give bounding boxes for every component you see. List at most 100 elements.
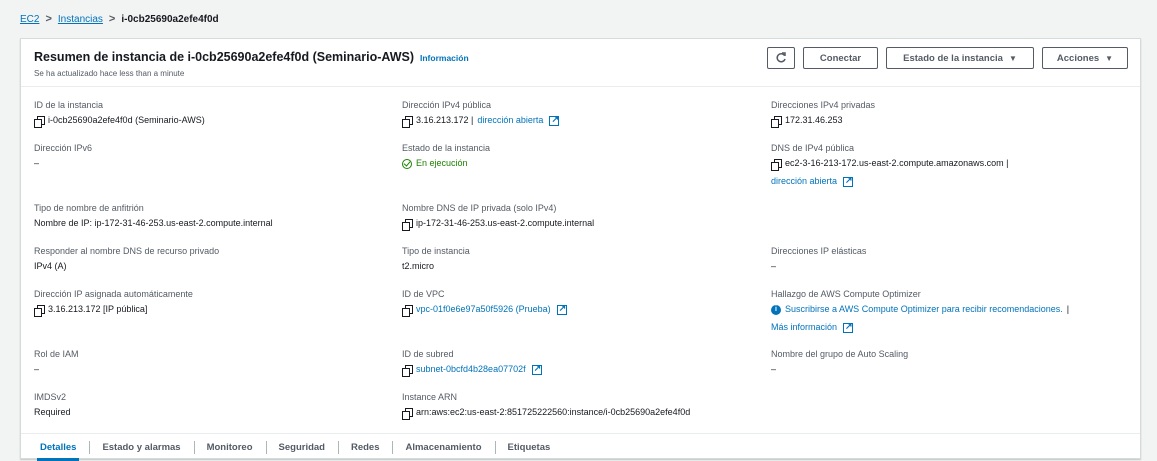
info-icon: i — [771, 304, 781, 315]
tab-tags[interactable]: Etiquetas — [494, 434, 564, 461]
chevron-right-icon: > — [108, 13, 116, 25]
external-link-icon[interactable] — [556, 302, 567, 315]
field-resource-dns: Responder al nombre DNS de recurso priva… — [34, 245, 394, 273]
subnet-link[interactable]: subnet-0bcfd4b28ea07702f — [416, 363, 526, 376]
field-label: Nombre del grupo de Auto Scaling — [771, 349, 909, 359]
field-label: ID de subred — [402, 349, 454, 359]
field-label: Rol de IAM — [34, 349, 79, 359]
field-label: Estado de la instancia — [402, 143, 491, 153]
instance-state-dropdown[interactable]: Estado de la instancia ▼ — [886, 47, 1034, 69]
field-label: Direcciones IP elásticas — [771, 246, 867, 256]
chevron-right-icon: > — [45, 13, 52, 25]
copy-icon[interactable] — [771, 115, 782, 128]
actions-dropdown[interactable]: Acciones ▼ — [1042, 47, 1128, 69]
breadcrumb-current: i-0cb25690a2efe4f0d — [121, 13, 219, 25]
caret-down-icon: ▼ — [1008, 53, 1017, 63]
tab-status-alarms[interactable]: Estado y alarmas — [89, 434, 193, 461]
info-link[interactable]: Información — [420, 53, 469, 63]
field-instance-arn: Instance ARN arn:aws:ec2:us-east-2:85172… — [402, 391, 772, 420]
field-label: ID de la instancia — [34, 100, 104, 110]
field-value: t2.micro — [402, 261, 435, 271]
page-title: Resumen de instancia de i-0cb25690a2efe4… — [34, 50, 414, 64]
actions-label: Acciones — [1056, 52, 1100, 64]
external-link-icon[interactable] — [843, 320, 854, 333]
field-hostname-type: Tipo de nombre de anfitrión Nombre de IP… — [34, 202, 394, 230]
breadcrumb: EC2 > Instancias > i-0cb25690a2efe4f0d — [20, 10, 219, 28]
copy-icon[interactable] — [402, 115, 413, 128]
copy-icon[interactable] — [402, 407, 413, 420]
copy-icon[interactable] — [402, 304, 413, 317]
refresh-icon — [776, 52, 786, 63]
field-ipv6: Dirección IPv6 – — [34, 142, 394, 170]
field-value: Required — [34, 407, 71, 417]
field-value: ec2-3-16-213-172.us-east-2.compute.amazo… — [785, 158, 1009, 168]
status-running: En ejecución — [416, 158, 468, 168]
field-value: 172.31.46.253 — [785, 115, 843, 125]
breadcrumb-ec2-link[interactable]: EC2 — [20, 14, 39, 25]
field-value: – — [34, 158, 40, 168]
tab-networking[interactable]: Redes — [337, 434, 393, 461]
open-address-link[interactable]: dirección abierta — [477, 114, 543, 127]
field-value: ip-172-31-46-253.us-east-2.compute.inter… — [416, 218, 595, 228]
field-label: ID de VPC — [402, 289, 445, 299]
external-link-icon[interactable] — [549, 113, 560, 126]
instance-summary-panel: Resumen de instancia de i-0cb25690a2efe4… — [20, 38, 1141, 461]
field-elastic-ip: Direcciones IP elásticas – — [771, 245, 1131, 273]
header-actions: Conectar Estado de la instancia ▼ Accion… — [767, 47, 1128, 69]
vpc-link[interactable]: vpc-01f0e6e97a50f5926 (Prueba) — [416, 303, 551, 316]
field-label: Dirección IP asignada automáticamente — [34, 289, 193, 299]
field-asg-name: Nombre del grupo de Auto Scaling – — [771, 348, 1131, 376]
field-label: Responder al nombre DNS de recurso priva… — [34, 246, 220, 256]
field-value: 3.16.213.172 | — [416, 115, 474, 125]
copy-icon[interactable] — [34, 304, 45, 317]
field-public-ipv4: Dirección IPv4 pública 3.16.213.172 | dir… — [402, 99, 762, 128]
field-label: Dirección IPv6 — [34, 143, 93, 153]
connect-label: Conectar — [819, 52, 862, 64]
field-value: 3.16.213.172 [IP pública] — [48, 304, 148, 314]
field-value: – — [771, 364, 777, 374]
field-label: DNS de IPv4 pública — [771, 143, 855, 153]
field-auto-assigned-ip: Dirección IP asignada automáticamente 3.… — [34, 288, 394, 317]
field-label: Dirección IPv4 pública — [402, 100, 492, 110]
external-link-icon[interactable] — [843, 174, 854, 187]
caret-down-icon: ▼ — [1105, 53, 1114, 63]
field-instance-id: ID de la instancia i-0cb25690a2efe4f0d (… — [34, 99, 394, 128]
tab-security[interactable]: Seguridad — [265, 434, 338, 461]
field-subnet-id: ID de subred subnet-0bcfd4b28ea07702f — [402, 348, 762, 377]
separator: | — [1066, 304, 1070, 314]
copy-icon[interactable] — [34, 115, 45, 128]
external-link-icon[interactable] — [531, 362, 542, 375]
field-label: Instance ARN — [402, 392, 458, 402]
field-private-dns: Nombre DNS de IP privada (solo IPv4) ip-… — [402, 202, 762, 231]
field-label: Hallazgo de AWS Compute Optimizer — [771, 289, 921, 299]
copy-icon[interactable] — [402, 364, 413, 377]
open-address-link[interactable]: dirección abierta — [771, 175, 837, 188]
breadcrumb-instances-link[interactable]: Instancias — [58, 14, 103, 25]
instance-state-label: Estado de la instancia — [903, 52, 1003, 64]
field-instance-state: Estado de la instancia En ejecución — [402, 142, 762, 170]
field-value: arn:aws:ec2:us-east-2:851725222560:insta… — [416, 407, 691, 417]
refresh-button[interactable] — [767, 47, 795, 69]
optimizer-subscribe-link[interactable]: Suscribirse a AWS Compute Optimizer para… — [785, 303, 1063, 316]
field-iam-role: Rol de IAM – — [34, 348, 394, 376]
detail-tabs: Detalles Estado y alarmas Monitoreo Segu… — [21, 433, 1140, 461]
field-label: Tipo de instancia — [402, 246, 470, 256]
more-info-link[interactable]: Más información — [771, 321, 837, 334]
tab-storage[interactable]: Almacenamiento — [392, 434, 494, 461]
field-label: IMDSv2 — [34, 392, 67, 402]
field-compute-optimizer: Hallazgo de AWS Compute Optimizer i Suscr… — [771, 288, 1151, 334]
field-value: – — [771, 261, 777, 271]
field-instance-type: Tipo de instancia t2.micro — [402, 245, 762, 273]
copy-icon[interactable] — [402, 218, 413, 231]
field-label: Direcciones IPv4 privadas — [771, 100, 876, 110]
field-value: i-0cb25690a2efe4f0d (Seminario-AWS) — [48, 115, 205, 125]
copy-icon[interactable] — [771, 158, 782, 171]
field-vpc-id: ID de VPC vpc-01f0e6e97a50f5926 (Prueba) — [402, 288, 762, 317]
tab-monitoring[interactable]: Monitoreo — [193, 434, 266, 461]
tab-details[interactable]: Detalles — [27, 434, 89, 461]
connect-button[interactable]: Conectar — [803, 47, 878, 69]
field-label: Nombre DNS de IP privada (solo IPv4) — [402, 203, 557, 213]
field-imdsv2: IMDSv2 Required — [34, 391, 394, 419]
field-label: Tipo de nombre de anfitrión — [34, 203, 144, 213]
field-value: – — [34, 364, 40, 374]
